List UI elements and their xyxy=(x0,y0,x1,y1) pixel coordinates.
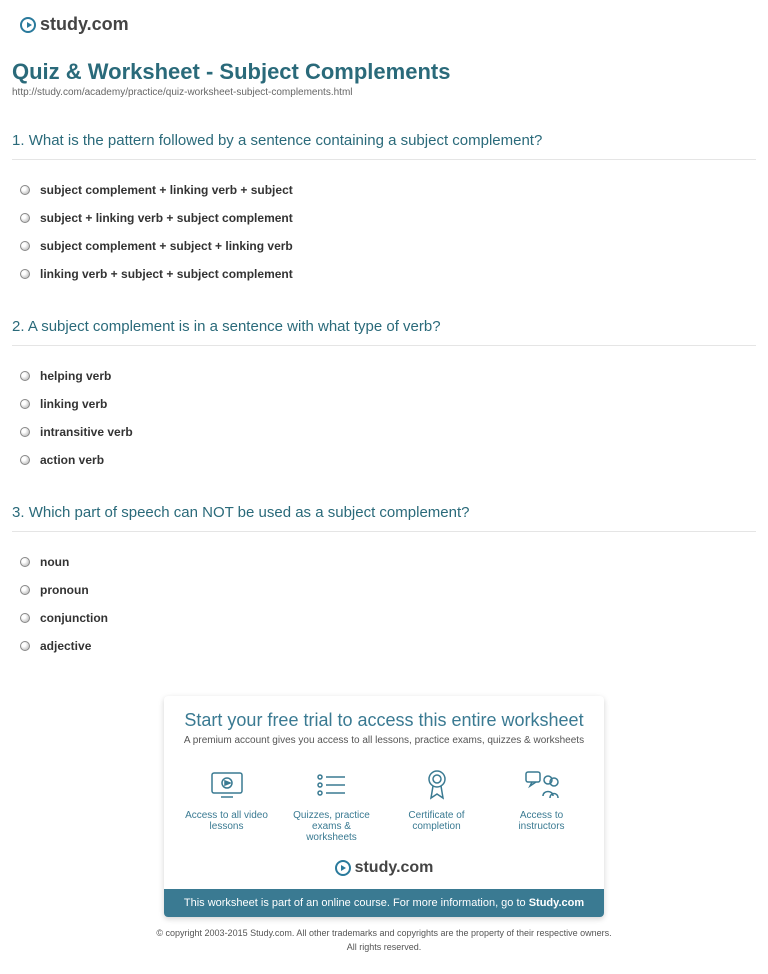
question-prompt: 3. Which part of speech can NOT be used … xyxy=(12,504,756,532)
promo-banner: This worksheet is part of an online cour… xyxy=(164,889,604,917)
radio-icon[interactable] xyxy=(20,185,30,195)
option-label: action verb xyxy=(40,453,104,467)
radio-icon[interactable] xyxy=(20,641,30,651)
brand-name: study.com xyxy=(355,859,434,877)
radio-icon[interactable] xyxy=(20,427,30,437)
option-label: conjunction xyxy=(40,611,108,625)
list-icon xyxy=(287,768,377,802)
answer-option[interactable]: noun xyxy=(12,548,756,576)
promo-card: Start your free trial to access this ent… xyxy=(164,696,604,917)
question-prompt: 2. A subject complement is in a sentence… xyxy=(12,318,756,346)
feature-label: Certificate of completion xyxy=(392,810,482,832)
promo-banner-link[interactable]: Study.com xyxy=(529,897,584,909)
feature-label: Quizzes, practice exams & worksheets xyxy=(287,810,377,843)
option-label: pronoun xyxy=(40,583,89,597)
radio-icon[interactable] xyxy=(20,613,30,623)
feature-certificate: Certificate of completion xyxy=(392,768,482,843)
option-label: adjective xyxy=(40,639,91,653)
video-icon xyxy=(182,768,272,802)
radio-icon[interactable] xyxy=(20,269,30,279)
answer-option[interactable]: adjective xyxy=(12,632,756,660)
feature-instructors: Access to instructors xyxy=(497,768,587,843)
option-label: linking verb + subject + subject complem… xyxy=(40,267,293,281)
page-url: http://study.com/academy/practice/quiz-w… xyxy=(12,87,756,98)
brand-name: study.com xyxy=(40,14,129,35)
copyright: © copyright 2003-2015 Study.com. All oth… xyxy=(12,917,756,954)
question-block: 2. A subject complement is in a sentence… xyxy=(12,318,756,474)
answer-option[interactable]: subject + linking verb + subject complem… xyxy=(12,204,756,232)
answer-option[interactable]: linking verb xyxy=(12,390,756,418)
play-icon xyxy=(335,860,351,876)
radio-icon[interactable] xyxy=(20,213,30,223)
promo-subtitle: A premium account gives you access to al… xyxy=(180,735,588,746)
radio-icon[interactable] xyxy=(20,585,30,595)
answer-option[interactable]: action verb xyxy=(12,446,756,474)
brand-logo: study.com xyxy=(12,10,756,53)
answer-option[interactable]: helping verb xyxy=(12,362,756,390)
radio-icon[interactable] xyxy=(20,455,30,465)
answer-option[interactable]: conjunction xyxy=(12,604,756,632)
radio-icon[interactable] xyxy=(20,557,30,567)
option-label: subject complement + subject + linking v… xyxy=(40,239,293,253)
answer-option[interactable]: subject complement + subject + linking v… xyxy=(12,232,756,260)
promo-title: Start your free trial to access this ent… xyxy=(180,710,588,731)
people-icon xyxy=(497,768,587,802)
option-label: helping verb xyxy=(40,369,111,383)
promo-brand-logo: study.com xyxy=(164,853,604,889)
radio-icon[interactable] xyxy=(20,371,30,381)
option-label: noun xyxy=(40,555,69,569)
option-label: intransitive verb xyxy=(40,425,133,439)
feature-label: Access to instructors xyxy=(497,810,587,832)
answer-option[interactable]: linking verb + subject + subject complem… xyxy=(12,260,756,288)
award-icon xyxy=(392,768,482,802)
radio-icon[interactable] xyxy=(20,241,30,251)
feature-quizzes: Quizzes, practice exams & worksheets xyxy=(287,768,377,843)
question-prompt: 1. What is the pattern followed by a sen… xyxy=(12,132,756,160)
feature-label: Access to all video lessons xyxy=(182,810,272,832)
page-title: Quiz & Worksheet - Subject Complements xyxy=(12,59,756,85)
answer-option[interactable]: intransitive verb xyxy=(12,418,756,446)
play-icon xyxy=(20,17,36,33)
answer-option[interactable]: pronoun xyxy=(12,576,756,604)
question-block: 3. Which part of speech can NOT be used … xyxy=(12,504,756,660)
radio-icon[interactable] xyxy=(20,399,30,409)
option-label: subject complement + linking verb + subj… xyxy=(40,183,293,197)
option-label: subject + linking verb + subject complem… xyxy=(40,211,293,225)
option-label: linking verb xyxy=(40,397,107,411)
feature-video: Access to all video lessons xyxy=(182,768,272,843)
answer-option[interactable]: subject complement + linking verb + subj… xyxy=(12,176,756,204)
question-block: 1. What is the pattern followed by a sen… xyxy=(12,132,756,288)
